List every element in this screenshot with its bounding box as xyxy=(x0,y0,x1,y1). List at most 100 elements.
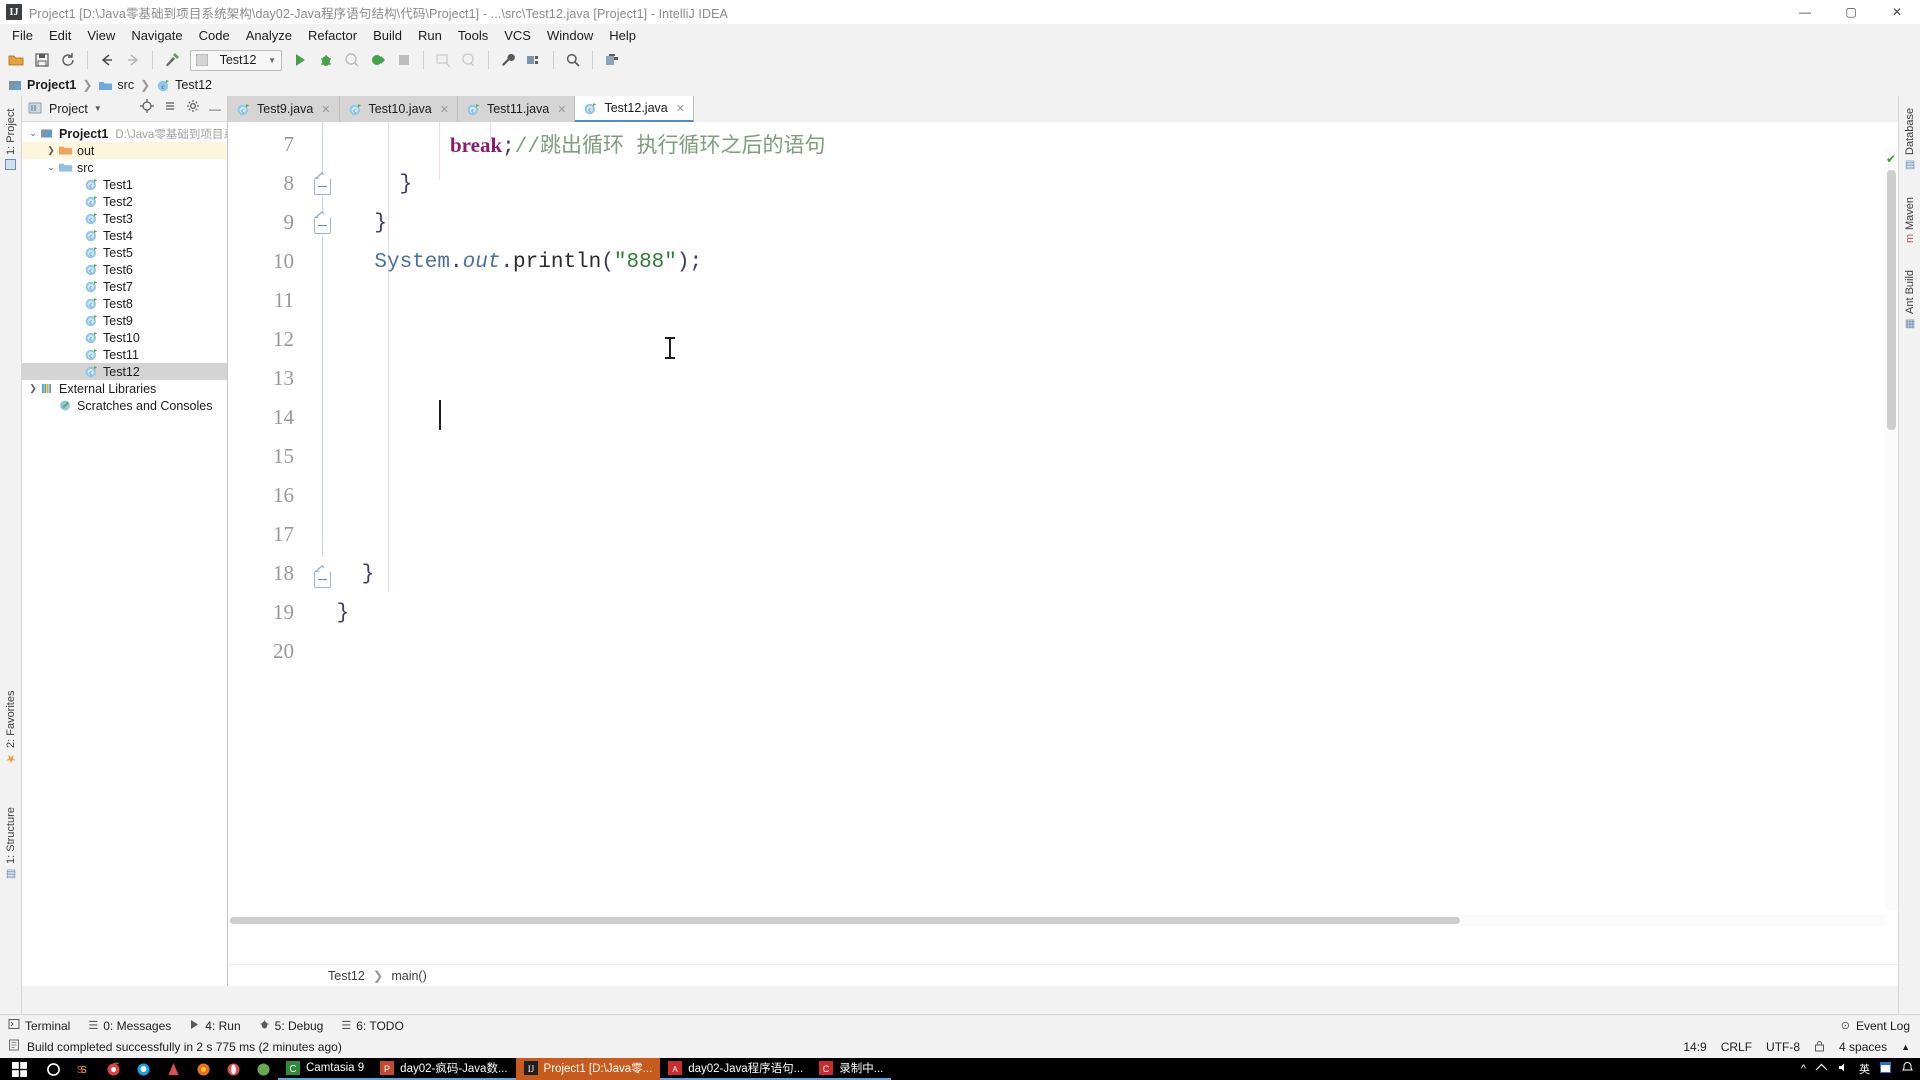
opera-icon[interactable] xyxy=(218,1058,248,1080)
menu-run[interactable]: Run xyxy=(410,26,450,45)
code-line-19[interactable]: } xyxy=(337,594,350,633)
tree-item-test3[interactable]: c Test3 xyxy=(22,210,227,227)
event-log-button[interactable]: ⊙ Event Log xyxy=(1841,1019,1910,1033)
menu-analyze[interactable]: Analyze xyxy=(238,26,300,45)
code-line-18[interactable]: } xyxy=(362,555,375,594)
menu-help[interactable]: Help xyxy=(601,26,644,45)
firefox-icon[interactable] xyxy=(188,1058,218,1080)
tree-item-test4[interactable]: c Test4 xyxy=(22,227,227,244)
tree-item-test1[interactable]: c Test1 xyxy=(22,176,227,193)
project-panel-dropdown-icon[interactable]: ▼ xyxy=(94,104,102,113)
editor-tab-test12[interactable]: c Test12.java ✕ xyxy=(575,96,694,122)
chevron-down-icon[interactable]: ⌄ xyxy=(26,128,40,139)
sidebar-item-database[interactable]: ▤ Database xyxy=(1899,102,1920,178)
tree-item-test10[interactable]: c Test10 xyxy=(22,329,227,346)
menu-view[interactable]: View xyxy=(79,26,123,45)
sidebar-item-structure[interactable]: ▤ 1: Structure xyxy=(0,796,22,892)
sync-icon[interactable] xyxy=(56,48,80,72)
close-tab-icon[interactable]: ✕ xyxy=(321,103,330,116)
project-structure-icon[interactable] xyxy=(522,48,546,72)
tray-volume-icon[interactable] xyxy=(1837,1061,1850,1077)
close-tab-icon[interactable]: ✕ xyxy=(557,103,566,116)
breadcrumb-project[interactable]: Project1 xyxy=(8,78,76,93)
search-everywhere-icon[interactable] xyxy=(561,48,585,72)
tree-item-test12[interactable]: c Test12 xyxy=(22,363,227,380)
tree-item-external-libraries[interactable]: ❯ External Libraries xyxy=(22,380,227,397)
line-separator[interactable]: CRLF xyxy=(1721,1040,1752,1054)
tray-ime-indicator[interactable]: 英 xyxy=(1859,1061,1870,1077)
breadcrumb-class-name[interactable]: Test12 xyxy=(328,969,365,983)
encoding-selector[interactable]: UTF-8 xyxy=(1766,1040,1800,1054)
indent-setting[interactable]: 4 spaces xyxy=(1839,1040,1887,1054)
code-text-area[interactable]: break;//跳出循环 执行循环之后的语句}} System.out.print… xyxy=(324,122,1898,948)
commit-icon[interactable] xyxy=(600,48,624,72)
tool-window-todo[interactable]: ☰ 6: TODO xyxy=(341,1019,403,1033)
editor-tab-test11[interactable]: c Test11.java ✕ xyxy=(457,96,576,122)
menu-edit[interactable]: Edit xyxy=(41,26,79,45)
caret-position[interactable]: 14:9 xyxy=(1683,1040,1706,1054)
save-all-icon[interactable] xyxy=(30,48,54,72)
stop-icon[interactable] xyxy=(392,48,416,72)
code-line-8[interactable]: } xyxy=(400,165,413,204)
tool-window-debug[interactable]: 5: Debug xyxy=(259,1019,323,1033)
back-icon[interactable] xyxy=(95,48,119,72)
forward-icon[interactable] xyxy=(121,48,145,72)
chevron-down-icon[interactable]: ⌄ xyxy=(44,162,58,173)
tree-item-test9[interactable]: c Test9 xyxy=(22,312,227,329)
tree-item-test7[interactable]: c Test7 xyxy=(22,278,227,295)
build-hammer-icon[interactable] xyxy=(160,48,184,72)
tree-item-test6[interactable]: c Test6 xyxy=(22,261,227,278)
debug-icon[interactable] xyxy=(314,48,338,72)
app-green-icon[interactable] xyxy=(248,1058,278,1080)
tool-window-terminal[interactable]: Terminal xyxy=(8,1018,70,1033)
tray-clock[interactable] xyxy=(1879,1061,1892,1077)
gear-icon[interactable] xyxy=(186,99,200,118)
tree-item-scratches-and-consoles[interactable]: Scratches and Consoles xyxy=(22,397,227,414)
tree-item-test5[interactable]: c Test5 xyxy=(22,244,227,261)
close-button[interactable]: ✕ xyxy=(1874,0,1920,24)
tool-window-run[interactable]: 4: Run xyxy=(189,1019,241,1033)
run-icon[interactable] xyxy=(288,48,312,72)
locate-target-icon[interactable] xyxy=(140,99,154,118)
chevron-right-icon[interactable]: ❯ xyxy=(44,145,58,156)
run-configuration-selector[interactable]: Test12 ▼ xyxy=(190,49,282,71)
sidebar-item-favorites[interactable]: ★ 2: Favorites xyxy=(0,682,22,774)
minimize-button[interactable]: — xyxy=(1782,0,1828,24)
menu-code[interactable]: Code xyxy=(191,26,238,45)
taskbar-task-1[interactable]: Pday02-疯码-Java数... xyxy=(372,1058,516,1080)
breadcrumb-src[interactable]: src xyxy=(98,78,134,93)
menu-refactor[interactable]: Refactor xyxy=(300,26,365,45)
code-editor[interactable]: 7 8 9 10 11 12 13 14 15 16 17 18 19 20 break;//跳出循环 执… xyxy=(228,122,1898,948)
menu-tools[interactable]: Tools xyxy=(450,26,496,45)
menu-file[interactable]: File xyxy=(4,26,41,45)
close-tab-icon[interactable]: ✕ xyxy=(440,103,449,116)
menu-window[interactable]: Window xyxy=(539,26,601,45)
editor-vertical-scrollbar[interactable]: ✔ xyxy=(1885,148,1898,910)
taskbar-task-0[interactable]: C Camtasia 9 xyxy=(278,1058,373,1080)
attach-debugger-icon[interactable] xyxy=(431,48,455,72)
close-tab-icon[interactable]: ✕ xyxy=(676,102,685,115)
sidebar-item-maven[interactable]: m Maven xyxy=(1899,188,1920,252)
tree-item-test2[interactable]: c Test2 xyxy=(22,193,227,210)
code-line-7[interactable]: break;//跳出循环 执行循环之后的语句 xyxy=(450,126,826,167)
tool-window-messages[interactable]: ☰ 0: Messages xyxy=(88,1019,171,1033)
editor-tab-test9[interactable]: c Test9.java ✕ xyxy=(228,96,340,122)
menu-navigate[interactable]: Navigate xyxy=(123,26,190,45)
sidebar-item-project[interactable]: 1: Project xyxy=(0,100,22,178)
sidebar-item-ant-build[interactable]: ▦ Ant Build xyxy=(1899,262,1920,338)
tree-item-test11[interactable]: c Test11 xyxy=(22,346,227,363)
cortana-icon[interactable] xyxy=(38,1058,68,1080)
taskbar-task-4[interactable]: C 录制中... xyxy=(811,1058,892,1080)
tray-network-icon[interactable] xyxy=(1815,1061,1828,1077)
menu-build[interactable]: Build xyxy=(365,26,410,45)
qq-icon[interactable] xyxy=(128,1058,158,1080)
chrome-icon[interactable] xyxy=(98,1058,128,1080)
editor-hscrollbar-thumb[interactable] xyxy=(230,917,1460,924)
lock-icon[interactable] xyxy=(1814,1040,1825,1055)
run-with-profiler-icon[interactable] xyxy=(366,48,390,72)
tree-item-test8[interactable]: c Test8 xyxy=(22,295,227,312)
taskbar-task-3[interactable]: Aday02-Java程序语句... xyxy=(660,1058,812,1080)
tray-chevron-icon[interactable]: ^ xyxy=(1801,1063,1806,1075)
open-folder-icon[interactable] xyxy=(4,48,28,72)
editor-scrollbar-thumb[interactable] xyxy=(1887,170,1896,430)
